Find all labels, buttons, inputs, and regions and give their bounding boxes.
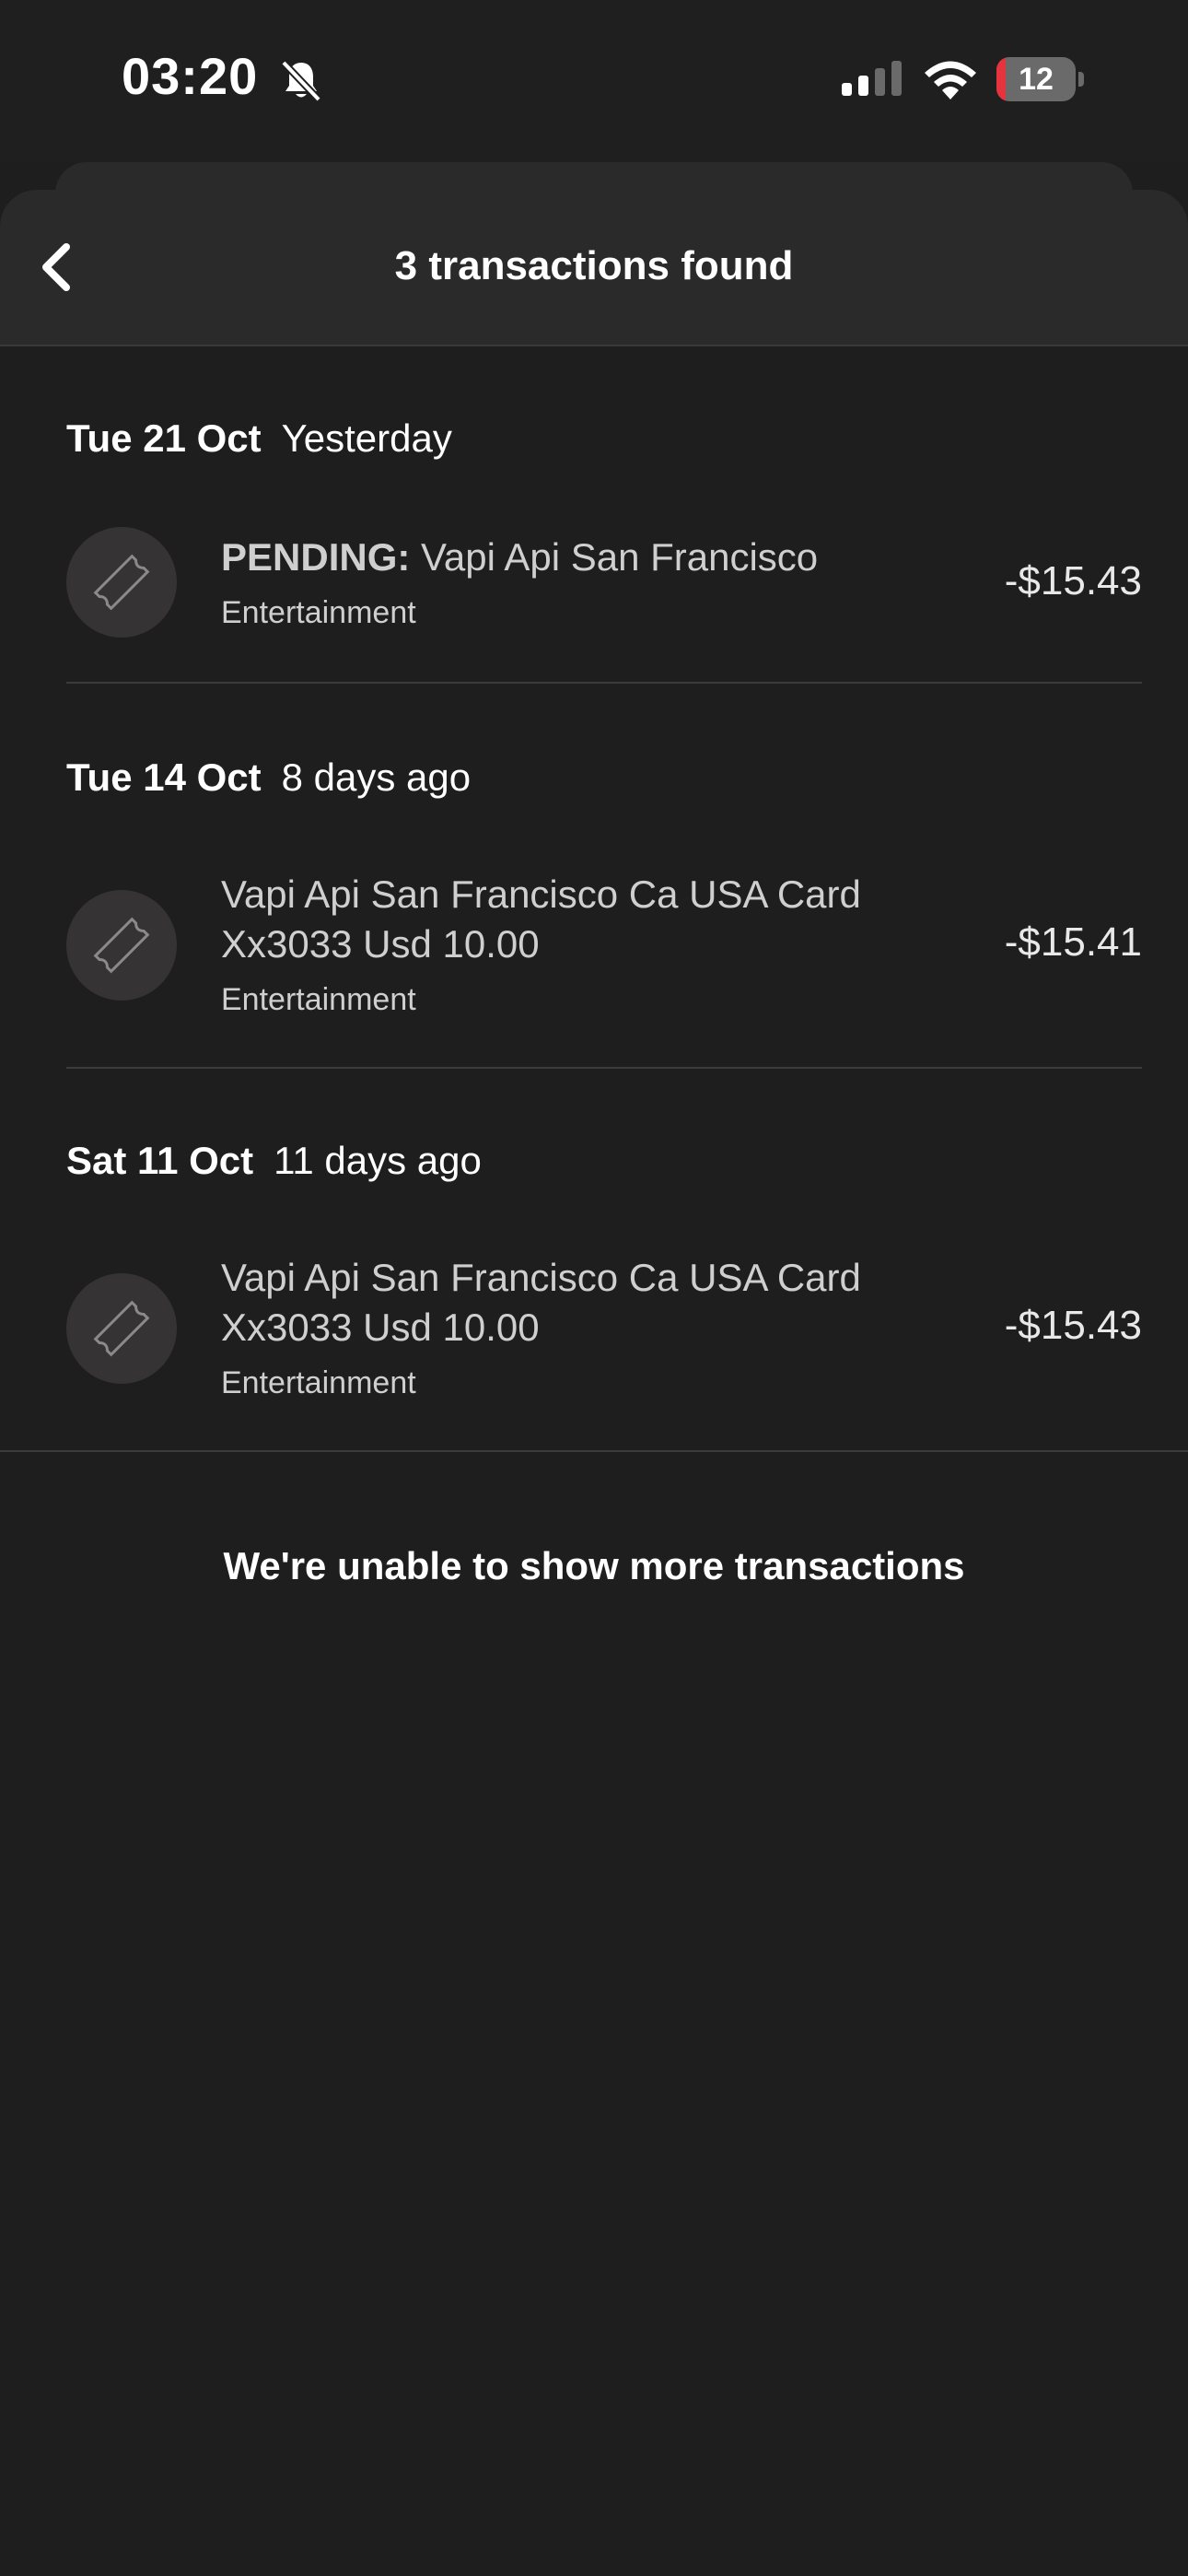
transactions-screen: 03:20 12 3 transactions found Tue 21 Oct… [0, 0, 1188, 2576]
row-divider [66, 1067, 1142, 1069]
transaction-amount: -$15.43 [1004, 1303, 1142, 1348]
transaction-amount: -$15.41 [1004, 919, 1142, 965]
sheet-header: 3 transactions found [0, 190, 1188, 346]
ticket-icon [93, 917, 150, 974]
date-header: Sat 11 Oct 11 days ago [66, 1139, 482, 1183]
transaction-title: Vapi Api San Francisco Ca USA Card Xx303… [221, 872, 861, 966]
merchant-name: Vapi Api San Francisco [421, 535, 819, 579]
transaction-row[interactable]: Vapi Api San Francisco Ca USA Card Xx303… [0, 1253, 1188, 1446]
date-label: Tue 21 Oct [66, 416, 262, 460]
transaction-category: Entertainment [221, 982, 416, 1017]
status-time: 03:20 [122, 47, 259, 105]
list-end-divider [0, 1450, 1188, 1452]
wifi-icon [925, 61, 976, 100]
relative-date-label: 11 days ago [274, 1139, 482, 1182]
signal-icon [842, 61, 902, 96]
transaction-row[interactable]: Vapi Api San Francisco Ca USA Card Xx303… [0, 870, 1188, 1063]
date-label: Tue 14 Oct [66, 755, 262, 799]
battery-icon: 12 [996, 57, 1085, 101]
transaction-category: Entertainment [221, 1365, 416, 1400]
battery-body: 12 [996, 57, 1076, 101]
date-header: Tue 14 Oct 8 days ago [66, 755, 471, 800]
transaction-row[interactable]: PENDING: Vapi Api San Francisco Entertai… [0, 527, 1188, 684]
page-title: 3 transactions found [394, 243, 794, 288]
no-more-transactions-message: We're unable to show more transactions [223, 1544, 965, 1587]
date-header: Tue 21 Oct Yesterday [66, 416, 452, 461]
battery-cap [1078, 72, 1084, 87]
relative-date-label: Yesterday [281, 416, 452, 460]
row-divider [66, 682, 1142, 684]
status-bar: 03:20 12 [0, 0, 1188, 162]
battery-level: 12 [1019, 62, 1054, 97]
transaction-title: PENDING: Vapi Api San Francisco [221, 533, 921, 582]
date-label: Sat 11 Oct [66, 1139, 254, 1182]
category-icon-circle [66, 890, 177, 1001]
bell-off-icon [281, 60, 321, 102]
category-icon-circle [66, 527, 177, 638]
ticket-icon [93, 1300, 150, 1357]
transaction-amount: -$15.43 [1004, 558, 1142, 603]
ticket-icon [93, 554, 150, 611]
relative-date-label: 8 days ago [281, 755, 472, 799]
pending-label: PENDING: [221, 535, 411, 579]
transaction-title: Vapi Api San Francisco Ca USA Card Xx303… [221, 1256, 861, 1349]
transaction-category: Entertainment [221, 595, 416, 630]
category-icon-circle [66, 1273, 177, 1384]
